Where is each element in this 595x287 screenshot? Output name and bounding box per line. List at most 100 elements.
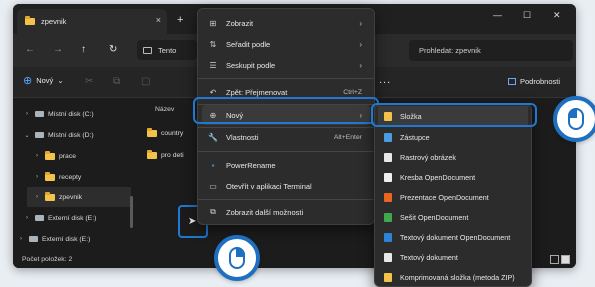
submenu-item-ods[interactable]: Sešit OpenDocument <box>378 207 528 227</box>
back-arrow-icon[interactable]: ← <box>25 44 35 55</box>
undo-icon: ↶ <box>209 87 217 97</box>
folder-icon <box>45 191 55 201</box>
submenu-item-odp[interactable]: Prezentace OpenDocument <box>378 187 528 207</box>
submenu-item-odt[interactable]: Textový dokument OpenDocument <box>378 227 528 247</box>
chevron-right-icon: › <box>359 39 362 49</box>
sidebar-item-disk-d[interactable]: ⌄ Místní disk (D:) <box>23 125 93 145</box>
cut-icon[interactable]: ✂ <box>85 76 93 87</box>
copy-icon[interactable]: ⧉ <box>113 76 120 87</box>
folder-icon <box>147 128 157 137</box>
folder-item-highlight <box>371 103 537 127</box>
menu-item-view[interactable]: ⊞ Zobrazit › <box>202 13 370 33</box>
menu-item-open-terminal[interactable]: ▭ Otevřít v aplikaci Terminal <box>202 176 370 196</box>
sidebar-item-zpevnik[interactable]: › zpevnik <box>27 187 131 207</box>
sidebar-item-label: prace <box>59 152 77 160</box>
sidebar-item-disk-e[interactable]: › Externí disk (E:) <box>23 208 96 228</box>
sidebar-item-disk-e-2[interactable]: › Externí disk (E:) <box>17 229 90 249</box>
chevron-right-icon[interactable]: › <box>17 236 25 242</box>
menu-item-label: Vlastnosti <box>226 132 259 142</box>
sort-icon: ⇅ <box>209 39 217 49</box>
address-text: Tento <box>158 45 177 55</box>
tab-title: zpevnik <box>41 17 67 26</box>
drive-icon <box>35 132 44 138</box>
chevron-right-icon[interactable]: › <box>33 194 41 200</box>
submenu-item-label: Komprimovaná složka (metoda ZIP) <box>400 272 515 282</box>
sidebar-item-label: Externí disk (E:) <box>42 235 91 243</box>
menu-item-label: PowerRename <box>226 160 276 170</box>
maximize-button[interactable]: ☐ <box>523 10 531 21</box>
chevron-down-icon[interactable]: ⌄ <box>23 132 31 139</box>
submenu-item-shortcut[interactable]: Zástupce <box>378 127 528 147</box>
right-click-mouse-icon <box>214 235 260 281</box>
up-arrow-icon[interactable]: ↑ <box>81 44 86 55</box>
drive-icon <box>29 236 38 242</box>
sidebar-item-recepty[interactable]: › recepty <box>33 167 81 187</box>
menu-item-label: Seskupit podle <box>226 60 276 70</box>
menu-item-sort-by[interactable]: ⇅ Seřadit podle › <box>202 34 370 54</box>
new-button[interactable]: ⊕ Nový ⌄ <box>23 74 64 87</box>
submenu-item-label: Zástupce <box>400 132 430 142</box>
chevron-right-icon[interactable]: › <box>23 111 31 117</box>
ods-icon <box>384 212 392 222</box>
menu-divider <box>198 199 374 200</box>
submenu-item-odg[interactable]: Kresba OpenDocument <box>378 167 528 187</box>
folder-icon <box>25 16 35 25</box>
details-pane-button[interactable]: Podrobnosti <box>508 77 560 86</box>
chevron-down-icon: ⌄ <box>57 76 64 85</box>
tab-zpevnik[interactable]: zpevnik × <box>17 9 167 34</box>
wrench-icon: 🔧 <box>208 132 218 142</box>
forward-arrow-icon[interactable]: → <box>53 44 63 55</box>
close-window-button[interactable]: ✕ <box>553 10 561 21</box>
submenu-item-label: Kresba OpenDocument <box>400 172 476 182</box>
details-pane-icon <box>508 78 516 85</box>
paste-icon[interactable]: ▢ <box>141 76 150 87</box>
minimize-button[interactable]: — <box>493 10 502 20</box>
menu-item-label: Otevřít v aplikaci Terminal <box>226 181 312 191</box>
menu-divider <box>198 78 374 79</box>
search-placeholder: Prohledat: zpevnik <box>419 46 481 55</box>
submenu-item-zip[interactable]: Komprimovaná složka (metoda ZIP) <box>378 267 528 287</box>
new-item-highlight <box>193 97 379 124</box>
refresh-icon[interactable]: ↻ <box>109 44 117 55</box>
search-input[interactable]: Prohledat: zpevnik <box>409 40 573 61</box>
menu-item-label: Zobrazit další možnosti <box>226 207 304 217</box>
details-view-icon[interactable] <box>550 255 559 264</box>
chevron-right-icon[interactable]: › <box>33 174 41 180</box>
sidebar-item-prace[interactable]: › prace <box>33 146 76 166</box>
chevron-right-icon[interactable]: › <box>33 153 41 159</box>
more-options-button[interactable]: ... <box>379 74 391 86</box>
menu-item-group-by[interactable]: ☰ Seskupit podle › <box>202 55 370 75</box>
file-name: pro deti <box>161 152 184 159</box>
plus-icon: ⊕ <box>23 74 33 87</box>
sidebar-item-label: zpevnik <box>59 193 83 201</box>
more-options-icon: ⧉ <box>210 207 216 216</box>
tiles-view-icon[interactable] <box>561 255 570 264</box>
sidebar-item-disk-c[interactable]: › Místní disk (C:) <box>23 104 94 124</box>
sidebar-item-label: Místní disk (C:) <box>48 110 94 118</box>
submenu-item-label: Prezentace OpenDocument <box>400 192 489 202</box>
menu-item-powerrename[interactable]: ▪ PowerRename <box>202 155 370 175</box>
drive-icon <box>35 111 44 117</box>
chevron-right-icon: › <box>359 60 362 70</box>
powerrename-icon: ▪ <box>211 160 215 170</box>
submenu-item-bitmap[interactable]: Rastrový obrázek <box>378 147 528 167</box>
txt-icon <box>384 252 392 262</box>
chevron-right-icon: › <box>359 18 362 28</box>
menu-item-show-more-options[interactable]: ⧉ Zobrazit další možnosti <box>202 202 370 222</box>
folder-icon <box>45 171 55 181</box>
menu-item-properties[interactable]: 🔧 Vlastnosti Alt+Enter <box>202 127 370 147</box>
submenu-item-txt[interactable]: Textový dokument <box>378 247 528 267</box>
chevron-right-icon[interactable]: › <box>23 215 31 221</box>
shortcut-text: Ctrl+Z <box>343 88 362 96</box>
new-tab-button[interactable]: + <box>177 14 183 26</box>
list-item[interactable]: pro deti <box>147 150 184 159</box>
sidebar-scrollbar[interactable] <box>130 196 133 228</box>
bitmap-icon <box>384 152 392 162</box>
odt-icon <box>384 232 392 242</box>
tab-close-icon[interactable]: × <box>156 15 161 25</box>
grid-icon: ⊞ <box>209 18 217 28</box>
column-header-name[interactable]: Název <box>155 106 174 113</box>
address-input[interactable]: Tento <box>137 40 197 60</box>
menu-item-label: Zobrazit <box>226 18 254 28</box>
list-item[interactable]: country <box>147 128 183 137</box>
